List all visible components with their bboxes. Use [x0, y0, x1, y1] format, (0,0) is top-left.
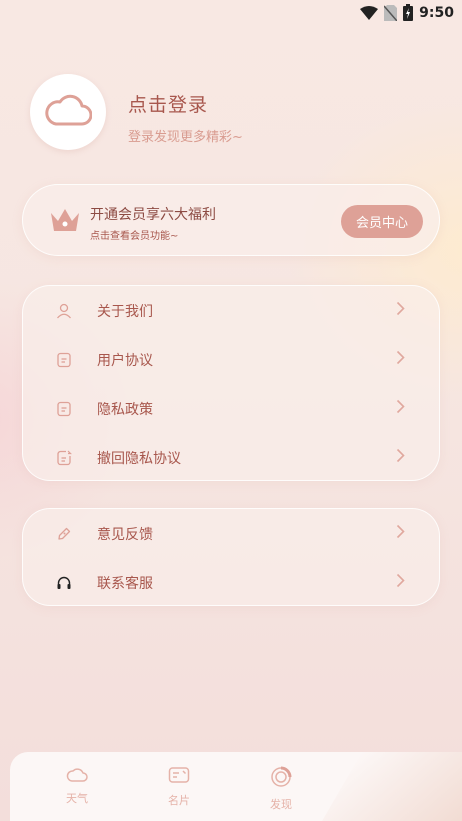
chevron-right-icon: [396, 573, 405, 592]
menu-item-label: 隐私政策: [97, 401, 153, 418]
headset-icon: [55, 574, 73, 592]
menu-item-revoke-privacy[interactable]: 撤回隐私协议: [23, 433, 439, 482]
edit-icon: [55, 525, 73, 543]
vip-title: 开通会员享六大福利: [90, 207, 216, 223]
vip-subtitle: 点击查看会员功能~: [90, 231, 179, 242]
chevron-right-icon: [396, 448, 405, 467]
vip-center-button[interactable]: 会员中心: [341, 205, 423, 238]
menu-item-label: 意见反馈: [97, 526, 153, 543]
menu-item-label: 联系客服: [97, 575, 153, 592]
menu-item-label: 撤回隐私协议: [97, 450, 181, 467]
chevron-right-icon: [396, 301, 405, 320]
chevron-right-icon: [396, 524, 405, 543]
bottom-nav: 天气 名片 发现: [10, 752, 462, 821]
crown-icon: [49, 207, 81, 237]
chevron-right-icon: [396, 350, 405, 369]
wifi-icon: [360, 5, 379, 20]
nav-label: 发现: [270, 798, 292, 811]
card-icon: [168, 766, 190, 788]
nav-tab-discover[interactable]: 发现: [251, 766, 311, 812]
login-subtitle: 登录发现更多精彩~: [128, 130, 243, 145]
vip-card[interactable]: 开通会员享六大福利 点击查看会员功能~ 会员中心: [22, 184, 440, 256]
menu-item-label: 关于我们: [97, 303, 153, 320]
person-icon: [55, 302, 73, 320]
document-icon: [55, 351, 73, 369]
cloud-icon: [66, 766, 88, 786]
discover-icon: [270, 766, 292, 792]
menu-group-support: 意见反馈 联系客服: [22, 508, 440, 606]
status-time: 9:50: [419, 4, 454, 21]
menu-group-info: 关于我们 用户协议 隐私政策 撤回隐私协议: [22, 285, 440, 481]
cloud-icon: [44, 93, 93, 131]
menu-item-user-agreement[interactable]: 用户协议: [23, 335, 439, 384]
menu-item-feedback[interactable]: 意见反馈: [23, 509, 439, 558]
menu-item-about-us[interactable]: 关于我们: [23, 286, 439, 335]
menu-item-customer-service[interactable]: 联系客服: [23, 558, 439, 607]
nav-decoration: [322, 752, 462, 821]
menu-item-label: 用户协议: [97, 352, 153, 369]
status-icons: 9:50: [360, 4, 454, 21]
battery-icon: [403, 4, 414, 21]
revoke-document-icon: [55, 449, 73, 467]
menu-item-privacy-policy[interactable]: 隐私政策: [23, 384, 439, 433]
nav-label: 天气: [66, 792, 88, 805]
nav-tab-card[interactable]: 名片: [149, 766, 209, 808]
no-sim-icon: [384, 4, 398, 21]
nav-tab-weather[interactable]: 天气: [47, 766, 107, 806]
login-title[interactable]: 点击登录: [128, 90, 208, 117]
status-bar: 9:50: [0, 0, 462, 28]
nav-label: 名片: [168, 794, 190, 807]
document-icon: [55, 400, 73, 418]
avatar[interactable]: [30, 74, 106, 150]
chevron-right-icon: [396, 399, 405, 418]
